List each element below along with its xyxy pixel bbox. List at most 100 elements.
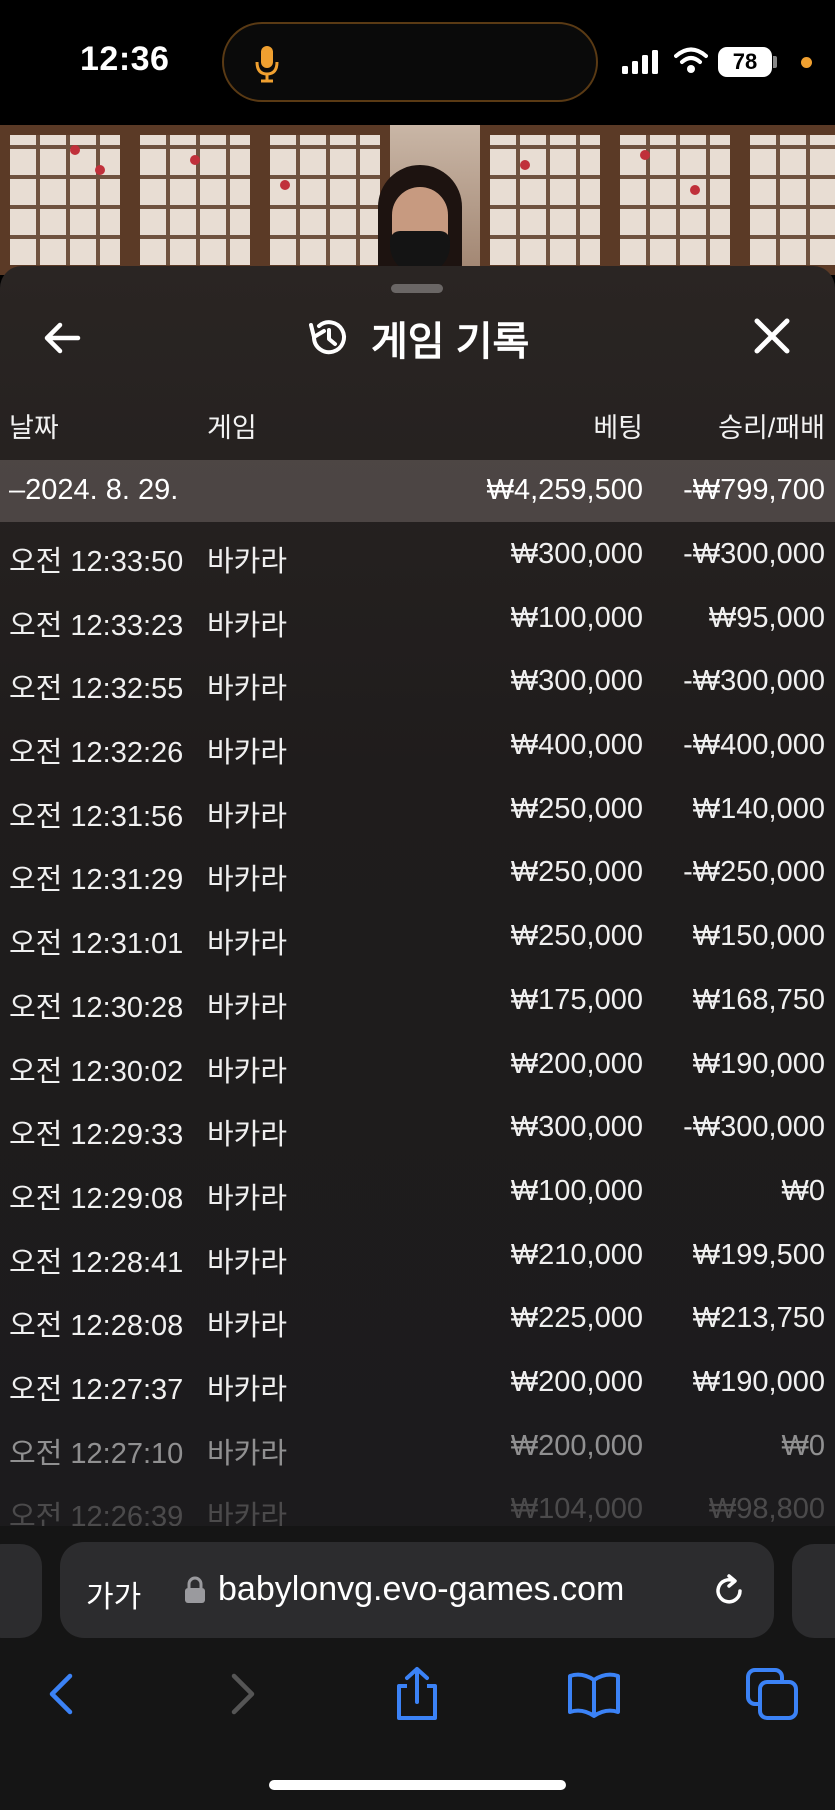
table-row[interactable]: 오전 12:29:08 바카라 ₩100,000 ₩0: [0, 1159, 835, 1223]
row-time: 오전 12:31:01: [9, 928, 184, 961]
row-game: 바카라: [207, 1373, 288, 1406]
row-game: 바카라: [207, 864, 288, 897]
home-indicator[interactable]: [269, 1780, 566, 1790]
row-win-loss: -₩300,000: [683, 665, 825, 698]
row-time: 오전 12:31:29: [9, 864, 184, 897]
row-game: 바카라: [207, 1055, 288, 1088]
decorative-screen: [260, 125, 390, 275]
row-time: 오전 12:27:10: [9, 1437, 184, 1470]
row-game: 바카라: [207, 546, 288, 578]
browser-toolbar: 가가 babylonvg.evo-games.com: [0, 1526, 835, 1810]
table-row[interactable]: 오전 12:32:55 바카라 ₩300,000 -₩300,000: [0, 649, 835, 713]
row-bet: ₩250,000: [510, 856, 643, 889]
next-tab-preview[interactable]: [792, 1544, 835, 1638]
row-win-loss: ₩95,000: [708, 601, 825, 634]
row-game: 바카라: [207, 1501, 288, 1526]
game-history-sheet: 게임 기록 날짜 게임 베팅 승리/패배 –2024. 8. 29. ₩4,25…: [0, 266, 835, 1526]
table-row[interactable]: 오전 12:29:33 바카라 ₩300,000 -₩300,000: [0, 1095, 835, 1159]
decorative-screen: [480, 125, 610, 275]
table-row[interactable]: 오전 12:27:10 바카라 ₩200,000 ₩0: [0, 1414, 835, 1478]
row-bet: ₩100,000: [510, 1174, 643, 1207]
row-bet: ₩200,000: [510, 1047, 643, 1080]
row-win-loss: ₩140,000: [692, 792, 825, 825]
row-win-loss: -₩300,000: [683, 1111, 825, 1144]
row-win-loss: -₩300,000: [683, 538, 825, 570]
tabs-icon[interactable]: [744, 1666, 800, 1722]
row-game: 바카라: [207, 1182, 288, 1215]
sheet-header: 게임 기록: [305, 310, 529, 366]
row-bet: ₩104,000: [510, 1493, 643, 1526]
cellular-signal-icon: [622, 50, 658, 74]
row-bet: ₩400,000: [510, 729, 643, 762]
header-win-loss: 승리/패배: [718, 413, 825, 443]
table-row[interactable]: 오전 12:28:41 바카라 ₩210,000 ₩199,500: [0, 1223, 835, 1287]
reader-settings-button[interactable]: 가가: [86, 1572, 141, 1616]
row-time: 오전 12:33:50: [9, 546, 184, 578]
back-icon[interactable]: [34, 1666, 90, 1722]
header-bet: 베팅: [593, 413, 643, 443]
row-bet: ₩250,000: [510, 792, 643, 825]
sheet-grabber[interactable]: [391, 284, 443, 293]
table-header: 날짜 게임 베팅 승리/패배: [0, 406, 835, 446]
wifi-icon: [674, 47, 708, 73]
address-bar[interactable]: 가가 babylonvg.evo-games.com: [60, 1542, 774, 1638]
row-game: 바카라: [207, 1437, 288, 1470]
reload-icon[interactable]: [710, 1572, 748, 1610]
row-win-loss: ₩213,750: [692, 1302, 825, 1335]
url-text: babylonvg.evo-games.com: [218, 1570, 625, 1608]
row-win-loss: -₩400,000: [683, 729, 825, 762]
row-game: 바카라: [207, 609, 288, 642]
table-row[interactable]: 오전 12:31:29 바카라 ₩250,000 -₩250,000: [0, 840, 835, 904]
status-time: 12:36: [80, 40, 170, 78]
table-row[interactable]: 오전 12:27:37 바카라 ₩200,000 ₩190,000: [0, 1350, 835, 1414]
row-game: 바카라: [207, 800, 288, 833]
page-title: 게임 기록: [371, 320, 530, 364]
row-game: 바카라: [207, 1119, 288, 1152]
row-bet: ₩300,000: [510, 538, 643, 570]
table-row[interactable]: 오전 12:30:28 바카라 ₩175,000 ₩168,750: [0, 968, 835, 1032]
row-time: 오전 12:29:08: [9, 1182, 184, 1215]
battery-level: 78: [718, 47, 772, 77]
row-time: 오전 12:26:39: [9, 1501, 184, 1526]
close-icon[interactable]: [752, 316, 792, 356]
row-bet: ₩100,000: [510, 601, 643, 634]
table-row[interactable]: 오전 12:32:26 바카라 ₩400,000 -₩400,000: [0, 713, 835, 777]
share-icon[interactable]: [389, 1666, 445, 1722]
summary-win-loss: -₩799,700: [683, 474, 825, 506]
arrow-left-icon[interactable]: [40, 316, 84, 360]
decorative-screen: [0, 125, 130, 275]
row-win-loss: ₩190,000: [692, 1365, 825, 1398]
bookmarks-icon[interactable]: [566, 1666, 622, 1722]
row-bet: ₩210,000: [510, 1238, 643, 1271]
row-bet: ₩200,000: [510, 1365, 643, 1398]
table-row[interactable]: 오전 12:28:08 바카라 ₩225,000 ₩213,750: [0, 1286, 835, 1350]
row-time: 오전 12:28:41: [9, 1246, 184, 1279]
row-win-loss: ₩190,000: [692, 1047, 825, 1080]
forward-icon[interactable]: [214, 1666, 270, 1722]
row-win-loss: ₩150,000: [692, 920, 825, 953]
row-time: 오전 12:29:33: [9, 1119, 184, 1152]
table-row[interactable]: 오전 12:33:23 바카라 ₩100,000 ₩95,000: [0, 586, 835, 650]
row-time: 오전 12:27:37: [9, 1373, 184, 1406]
table-row[interactable]: 오전 12:26:39 바카라 ₩104,000 ₩98,800: [0, 1477, 835, 1526]
table-row[interactable]: 오전 12:31:56 바카라 ₩250,000 ₩140,000: [0, 777, 835, 841]
status-bar: 12:36 78: [0, 0, 835, 125]
summary-date: –2024. 8. 29.: [9, 474, 179, 506]
row-win-loss: ₩98,800: [708, 1493, 825, 1526]
table-row[interactable]: 오전 12:30:02 바카라 ₩200,000 ₩190,000: [0, 1032, 835, 1096]
dynamic-island: [222, 22, 598, 102]
microphone-icon: [255, 46, 279, 83]
decorative-screen: [610, 125, 740, 275]
row-bet: ₩175,000: [510, 983, 643, 1016]
lock-icon: [185, 1576, 205, 1603]
row-time: 오전 12:28:08: [9, 1310, 184, 1343]
date-summary-row[interactable]: –2024. 8. 29. ₩4,259,500 -₩799,700: [0, 460, 835, 522]
row-game: 바카라: [207, 673, 288, 706]
previous-tab-preview[interactable]: [0, 1544, 42, 1638]
header-game: 게임: [207, 413, 257, 443]
table-row[interactable]: 오전 12:33:50 바카라 ₩300,000 -₩300,000: [0, 522, 835, 586]
row-win-loss: ₩0: [781, 1174, 826, 1207]
decorative-screen: [130, 125, 260, 275]
table-row[interactable]: 오전 12:31:01 바카라 ₩250,000 ₩150,000: [0, 904, 835, 968]
row-win-loss: ₩199,500: [692, 1238, 825, 1271]
